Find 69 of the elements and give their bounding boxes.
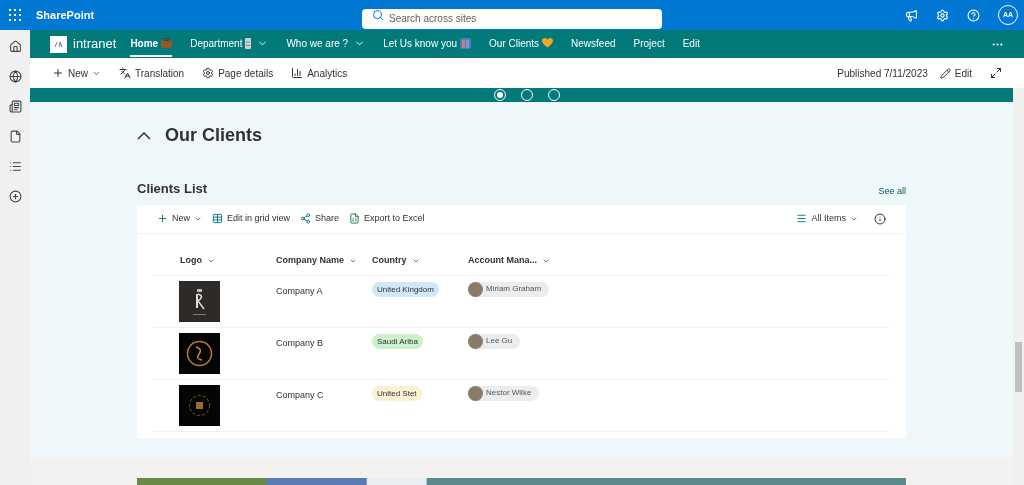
news-icon[interactable] [8, 100, 22, 113]
megaphone-icon[interactable] [905, 8, 918, 22]
column-header[interactable]: Country [372, 254, 468, 268]
share-icon [300, 213, 312, 224]
plus-icon [157, 213, 168, 224]
people-icon [460, 37, 472, 49]
list-title: Clients List [137, 180, 208, 198]
lines-icon [796, 213, 808, 224]
chevron-down-icon [411, 257, 420, 265]
expand-icon[interactable] [990, 67, 1002, 79]
home-icon[interactable] [8, 40, 22, 53]
settings-icon[interactable] [936, 8, 949, 22]
chevron-up-icon [137, 131, 151, 140]
nav-link[interactable]: Newsfeed [571, 31, 616, 57]
export-excel-button[interactable]: Export to Excel [349, 211, 425, 226]
new-button[interactable]: New [52, 65, 101, 81]
page-details-button[interactable]: Page details [202, 65, 274, 81]
published-date: Published 7/11/2023 [837, 66, 928, 81]
grid-icon [212, 213, 223, 224]
site-logo-icon[interactable] [50, 35, 67, 53]
info-icon[interactable] [874, 212, 886, 225]
column-header[interactable]: Account Mana... [468, 254, 588, 268]
company-name: Company A [276, 284, 324, 298]
nav-link[interactable]: Department [190, 31, 269, 57]
chevron-down-icon [207, 257, 215, 265]
help-icon[interactable] [967, 8, 980, 22]
analytics-button[interactable]: Analytics [291, 65, 348, 81]
file-icon[interactable] [8, 130, 22, 143]
share-button[interactable]: Share [300, 211, 340, 226]
company-name: Company C [276, 388, 325, 402]
translate-icon [119, 67, 131, 79]
list-icon[interactable] [8, 160, 22, 173]
nav-link[interactable]: Let Us know you [383, 31, 472, 57]
globe-icon[interactable] [8, 70, 22, 83]
search-field[interactable]: Search across sites [362, 8, 662, 29]
company-name: Company B [276, 336, 325, 350]
nav-link[interactable]: Project [633, 31, 665, 57]
site-name[interactable]: intranet [73, 34, 117, 54]
app-name[interactable]: SharePoint [36, 6, 196, 24]
bar-chart-icon [291, 67, 304, 79]
person-chip: Nestor Wilke [468, 385, 540, 401]
settings-icon [202, 67, 215, 79]
column-header[interactable]: Logo [180, 254, 276, 268]
edit-button[interactable]: Edit [939, 65, 972, 81]
heart-icon [542, 38, 554, 48]
section-toggle[interactable]: Our Clients [137, 122, 262, 149]
search-icon [372, 9, 384, 21]
briefcase-icon [161, 38, 173, 48]
add-icon[interactable] [8, 190, 22, 203]
view-selector[interactable]: All Items [796, 211, 858, 226]
country-tag: Saudi Ariba [372, 333, 423, 349]
chevron-down-icon [542, 257, 550, 265]
column-header[interactable]: Company Name [276, 254, 372, 268]
edit-grid-button[interactable]: Edit in grid view [212, 211, 291, 226]
country-tag: United Stet [372, 385, 422, 401]
pencil-icon [939, 67, 951, 79]
see-all-link[interactable]: See all [878, 185, 906, 199]
new-item-button[interactable]: New [157, 211, 202, 226]
cabinet-icon [245, 37, 252, 49]
nav-link[interactable]: Our Clients [489, 31, 554, 57]
chevron-down-icon [349, 257, 358, 265]
plus-icon [52, 67, 64, 79]
person-chip: Miriam Graham [468, 281, 550, 297]
country-tag: United Kingdom [372, 281, 439, 297]
nav-link[interactable]: Who we are ? [286, 31, 366, 57]
translation-button[interactable]: Translation [119, 65, 185, 81]
nav-link[interactable]: Edit [682, 31, 700, 57]
person-chip: Lee Gu [468, 333, 521, 349]
spreadsheet-icon [349, 213, 361, 224]
